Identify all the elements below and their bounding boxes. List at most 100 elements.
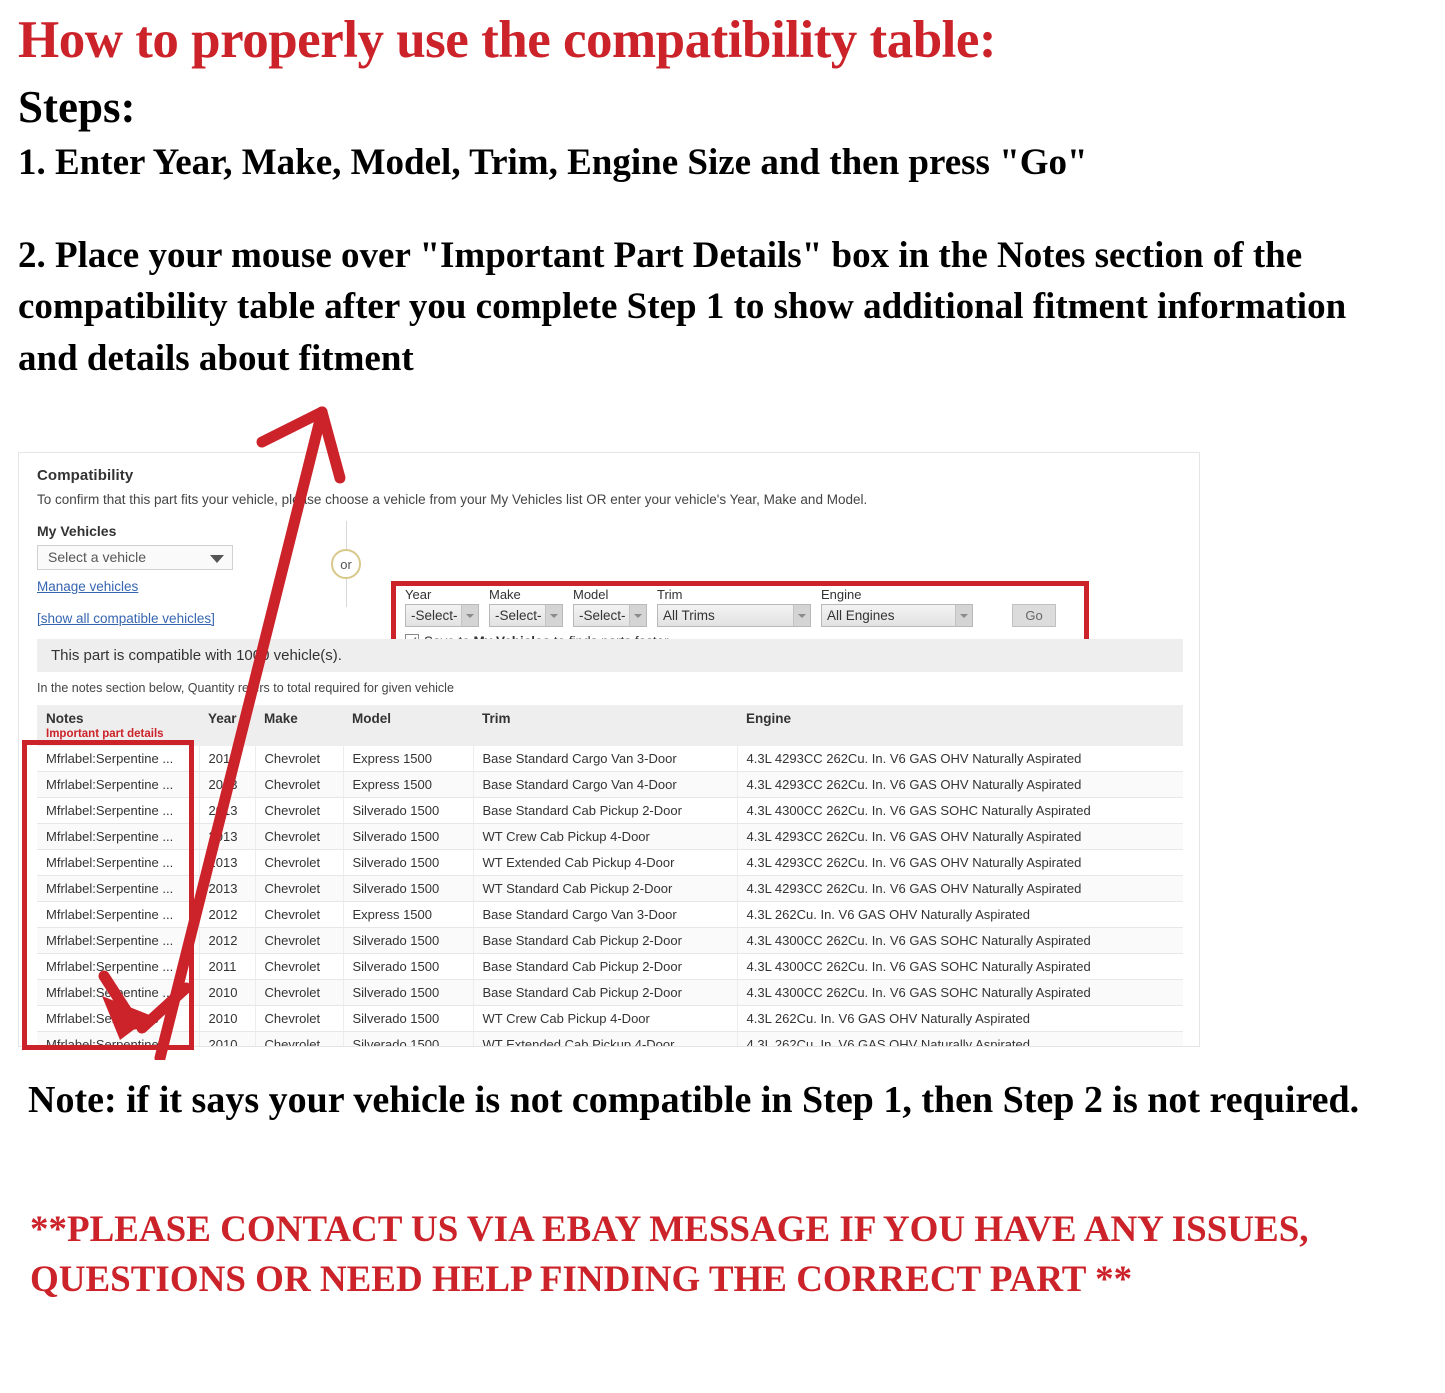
model-select-value: -Select- <box>579 608 626 623</box>
cell-notes[interactable]: Mfrlabel:Serpentine ... <box>37 875 200 902</box>
step-1-text: 1. Enter Year, Make, Model, Trim, Engine… <box>18 142 1088 184</box>
cell-year: 2013 <box>199 797 256 824</box>
cell-engine: 4.3L 4300CC 262Cu. In. V6 GAS SOHC Natur… <box>737 979 1183 1006</box>
trim-select[interactable]: All Trims <box>657 604 811 627</box>
instructions-block: How to properly use the compatibility ta… <box>18 14 1418 385</box>
important-part-details-label[interactable]: Important part details <box>46 728 199 740</box>
cell-notes[interactable]: Mfrlabel:Serpentine ... <box>37 823 200 850</box>
table-row: Mfrlabel:Serpentine ... 2013 Chevrolet Expr… <box>37 746 1183 772</box>
steps-label: Steps: <box>18 82 136 132</box>
make-select[interactable]: -Select- <box>489 604 563 627</box>
column-header-make[interactable]: Make <box>255 705 343 746</box>
step-2-text: 2. Place your mouse over "Important Part… <box>18 234 1347 380</box>
cell-make: Chevrolet <box>255 823 344 850</box>
table-row: Mfrlabel:Serpentine ... 2010 Chevrolet Silv… <box>37 1031 1183 1046</box>
cell-notes[interactable]: Mfrlabel:Serpentine ... <box>37 746 200 772</box>
cell-trim: Base Standard Cargo Van 4-Door <box>473 771 738 798</box>
cell-notes[interactable]: Mfrlabel:Serpentine ... <box>37 797 200 824</box>
cell-engine: 4.3L 4300CC 262Cu. In. V6 GAS SOHC Natur… <box>737 797 1183 824</box>
model-select[interactable]: -Select- <box>573 604 647 627</box>
compatibility-count-banner: This part is compatible with 1000 vehicl… <box>37 639 1183 672</box>
cell-engine: 4.3L 262Cu. In. V6 GAS OHV Naturally Asp… <box>737 901 1183 928</box>
column-header-trim[interactable]: Trim <box>473 705 737 746</box>
cell-engine: 4.3L 4293CC 262Cu. In. V6 GAS OHV Natura… <box>737 823 1183 850</box>
cell-model: Silverado 1500 <box>343 1031 474 1046</box>
cell-model: Express 1500 <box>343 771 474 798</box>
engine-field: Engine All Engines <box>821 587 973 627</box>
or-divider: or <box>325 521 369 607</box>
vehicle-picker-row: My Vehicles Select a vehicle Manage vehi… <box>37 521 1181 659</box>
trim-select-value: All Trims <box>663 608 715 623</box>
year-select-value: -Select- <box>411 608 458 623</box>
trim-label: Trim <box>657 587 683 602</box>
cell-model: Silverado 1500 <box>343 979 474 1006</box>
cell-model: Silverado 1500 <box>343 849 474 876</box>
cell-engine: 4.3L 4293CC 262Cu. In. V6 GAS OHV Natura… <box>737 746 1183 772</box>
go-button[interactable]: Go <box>1012 604 1056 627</box>
year-label: Year <box>405 587 432 602</box>
chevron-down-icon <box>461 605 478 626</box>
cell-engine: 4.3L 4293CC 262Cu. In. V6 GAS OHV Natura… <box>737 849 1183 876</box>
cell-trim: WT Extended Cab Pickup 4-Door <box>473 849 738 876</box>
cell-notes[interactable]: Mfrlabel:Serpentine ... <box>37 771 200 798</box>
column-header-notes[interactable]: Notes Important part details <box>37 705 199 746</box>
cell-year: 2013 <box>199 849 256 876</box>
make-label: Make <box>489 587 521 602</box>
cell-year: 2010 <box>199 1005 256 1032</box>
footer-note: Note: if it says your vehicle is not com… <box>28 1079 1360 1121</box>
table-row: Mfrlabel:Serpentine ... 2011 Chevrolet Silv… <box>37 953 1183 980</box>
cell-year: 2013 <box>199 771 256 798</box>
cell-trim: Base Standard Cab Pickup 2-Door <box>473 979 738 1006</box>
cell-notes[interactable]: Mfrlabel:Serpentine ... <box>37 1005 200 1032</box>
cell-engine: 4.3L 262Cu. In. V6 GAS OHV Naturally Asp… <box>737 1005 1183 1032</box>
table-row: Mfrlabel:Serpentine ... 2013 Chevrolet Silv… <box>37 849 1183 876</box>
cell-year: 2010 <box>199 979 256 1006</box>
page-title: How to properly use the compatibility ta… <box>18 11 997 69</box>
show-all-compatible-vehicles-link[interactable]: [show all compatible vehicles] <box>37 611 215 626</box>
year-select[interactable]: -Select- <box>405 604 479 627</box>
column-header-engine[interactable]: Engine <box>737 705 1183 746</box>
chevron-down-icon <box>955 605 972 626</box>
cell-make: Chevrolet <box>255 797 344 824</box>
cell-notes[interactable]: Mfrlabel:Serpentine ... <box>37 849 200 876</box>
my-vehicles-label: My Vehicles <box>37 523 117 539</box>
cell-engine: 4.3L 4293CC 262Cu. In. V6 GAS OHV Natura… <box>737 771 1183 798</box>
compatibility-heading: Compatibility <box>37 467 134 484</box>
cell-notes[interactable]: Mfrlabel:Serpentine ... <box>37 979 200 1006</box>
cell-make: Chevrolet <box>255 927 344 954</box>
cell-year: 2013 <box>199 823 256 850</box>
cell-engine: 4.3L 262Cu. In. V6 GAS OHV Naturally Asp… <box>737 1031 1183 1046</box>
cell-make: Chevrolet <box>255 979 344 1006</box>
table-row: Mfrlabel:Serpentine ... 2013 Chevrolet Silv… <box>37 797 1183 824</box>
make-select-value: -Select- <box>495 608 542 623</box>
cell-trim: Base Standard Cargo Van 3-Door <box>473 746 738 772</box>
fitment-table-body: Mfrlabel:Serpentine ... 2013 Chevrolet Expr… <box>37 746 1183 1046</box>
cell-model: Silverado 1500 <box>343 927 474 954</box>
cell-trim: WT Crew Cab Pickup 4-Door <box>473 823 738 850</box>
cell-notes[interactable]: Mfrlabel:Serpentine ... <box>37 927 200 954</box>
my-vehicles-select[interactable]: Select a vehicle <box>37 545 233 570</box>
cell-notes[interactable]: Mfrlabel:Serpentine ... <box>37 901 200 928</box>
column-header-notes-label: Notes <box>46 711 84 726</box>
cell-model: Silverado 1500 <box>343 1005 474 1032</box>
engine-select[interactable]: All Engines <box>821 604 973 627</box>
model-field: Model -Select- <box>573 587 647 627</box>
column-header-model[interactable]: Model <box>343 705 473 746</box>
cell-notes[interactable]: Mfrlabel:Serpentine ... <box>37 1031 200 1046</box>
cell-make: Chevrolet <box>255 875 344 902</box>
compatibility-panel: Compatibility To confirm that this part … <box>18 452 1200 1047</box>
chevron-down-icon <box>629 605 646 626</box>
cell-year: 2013 <box>199 746 256 772</box>
cell-model: Silverado 1500 <box>343 797 474 824</box>
column-header-year[interactable]: Year <box>199 705 255 746</box>
manage-vehicles-link[interactable]: Manage vehicles <box>37 579 138 594</box>
cell-model: Silverado 1500 <box>343 953 474 980</box>
table-row: Mfrlabel:Serpentine ... 2012 Chevrolet Silv… <box>37 927 1183 954</box>
or-badge: or <box>331 549 361 579</box>
cell-year: 2011 <box>199 953 256 980</box>
cell-trim: WT Extended Cab Pickup 4-Door <box>473 1031 738 1046</box>
cell-notes[interactable]: Mfrlabel:Serpentine ... <box>37 953 200 980</box>
table-row: Mfrlabel:Serpentine ... 2013 Chevrolet Silv… <box>37 823 1183 850</box>
engine-select-value: All Engines <box>827 608 895 623</box>
cell-model: Express 1500 <box>343 746 474 772</box>
